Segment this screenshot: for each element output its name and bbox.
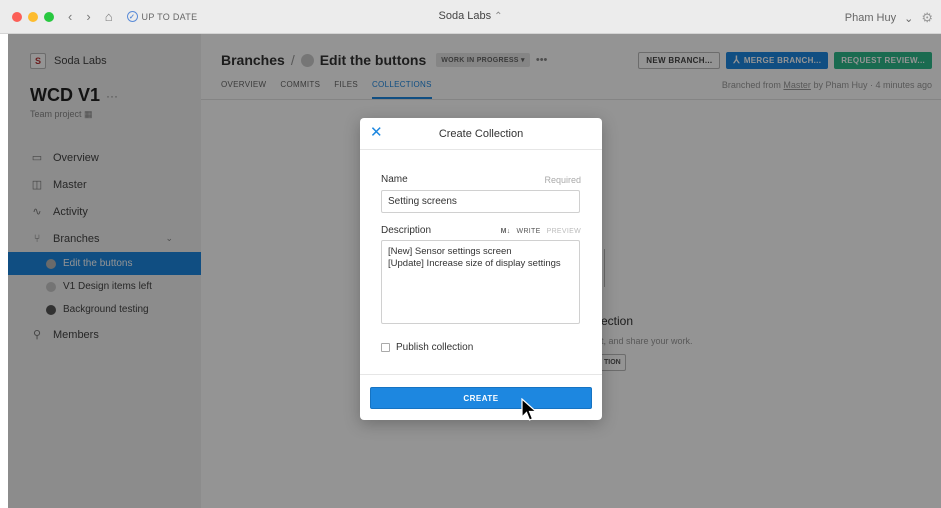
markdown-icon: M↓ [500,228,511,235]
publish-label: Publish collection [396,342,474,353]
window-controls [12,11,54,22]
window-titlebar: ‹ › ⌂ ✓ UP TO DATE Soda Labs ⌃ Pham Huy ⌄… [0,0,941,34]
write-tab[interactable]: WRITE [517,228,541,235]
maximize-window-button[interactable] [44,11,54,22]
sync-status: ✓ UP TO DATE [126,11,198,22]
chevron-updown-icon: ⌃ [494,11,503,22]
publish-collection-checkbox[interactable]: Publish collection [381,342,473,353]
close-window-button[interactable] [12,11,22,22]
required-hint: Required [544,175,581,185]
name-label: Name [381,174,408,185]
minimize-window-button[interactable] [28,11,38,22]
description-line: [New] Sensor settings screen [388,246,512,257]
preview-tab[interactable]: PREVIEW [547,228,581,235]
pointer-cursor-icon [521,398,538,421]
checkbox[interactable] [381,343,390,352]
back-button[interactable]: ‹ [68,10,72,23]
create-collection-dialog: ✕ Create Collection Name Required Settin… [360,118,602,420]
check-icon: ✓ [126,11,138,22]
forward-button[interactable]: › [86,10,90,23]
home-icon[interactable]: ⌂ [105,10,113,23]
description-textarea[interactable]: [New] Sensor settings screen [Update] In… [381,240,580,324]
chevron-down-icon: ⌄ [904,12,914,25]
dialog-title: Create Collection [438,128,524,140]
gear-icon[interactable]: ⚙ [921,10,933,26]
sync-status-label: UP TO DATE [141,11,198,22]
dialog-header: ✕ Create Collection [360,118,602,150]
user-menu[interactable]: Pham Huy ⌄ ⚙ [845,10,933,26]
description-line: [Update] Increase size of display settin… [388,258,561,269]
app-title-label: Soda Labs [438,10,492,22]
user-name: Pham Huy [844,12,897,24]
markdown-toggle: M↓ WRITE PREVIEW [501,228,581,235]
dialog-footer: CREATE [360,374,602,420]
description-label: Description [381,225,432,236]
create-button[interactable]: CREATE [370,387,592,409]
name-input[interactable]: Setting screens [381,190,580,213]
